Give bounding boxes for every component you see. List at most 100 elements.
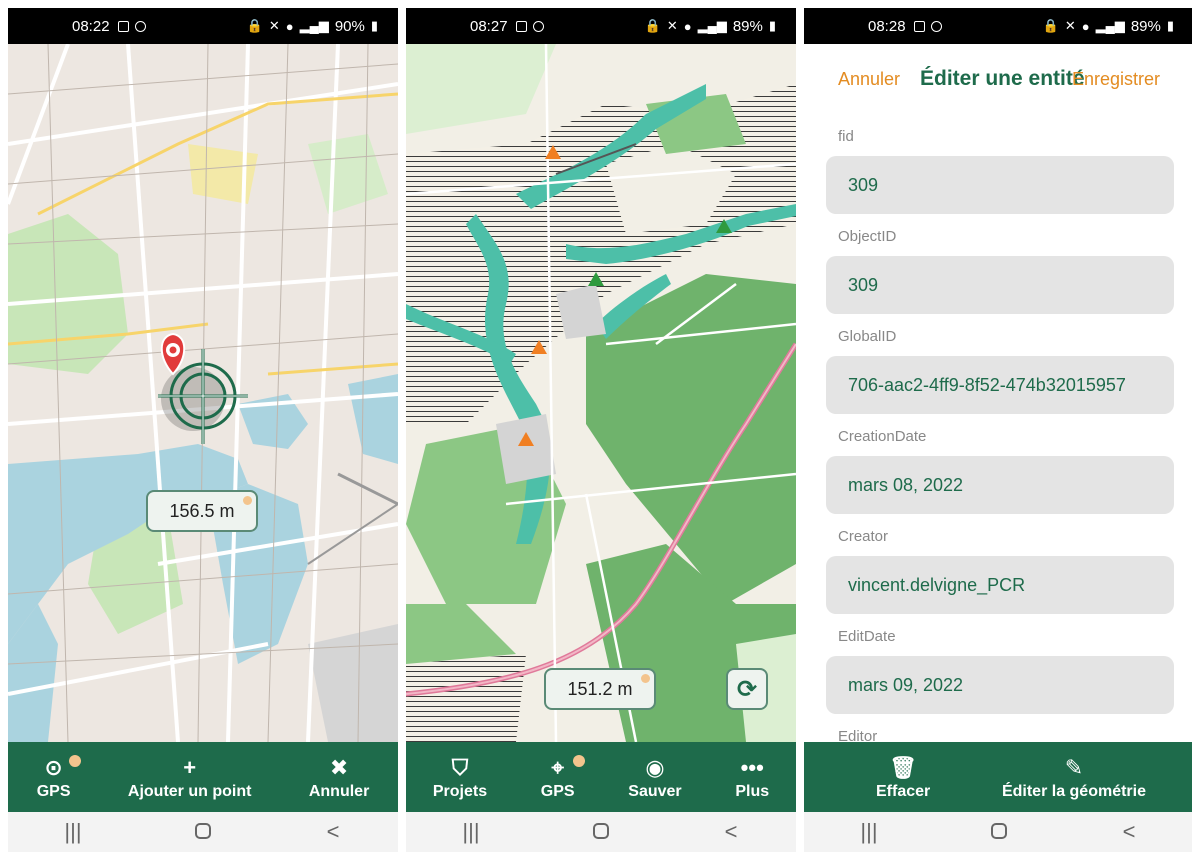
bottom-toolbar: ⊙ GPS + Ajouter un point ✖ Annuler (8, 742, 398, 812)
more-icon: ••• (740, 755, 764, 780)
gps-button[interactable]: ⌖ GPS (540, 753, 585, 801)
add-point-button[interactable]: + Ajouter un point (128, 753, 252, 801)
bottom-toolbar: ⛉ Projets ⌖ GPS ◉ Sauver ••• Plus (406, 742, 796, 812)
field-label-objectid: ObjectID (838, 228, 897, 245)
recents-button[interactable]: ||| (849, 819, 889, 845)
gallery-icon (117, 20, 129, 32)
terrain-map[interactable]: 151.2 m (406, 44, 796, 742)
mute-icon: ✕ (268, 18, 280, 33)
accuracy-dot (243, 496, 252, 505)
cancel-link[interactable]: Annuler (838, 69, 900, 90)
field-label-editor: Editor (838, 728, 878, 742)
back-button[interactable]: < (1109, 819, 1149, 845)
back-button[interactable]: < (313, 819, 353, 845)
battery-icon: ▮ (1166, 18, 1174, 33)
location-icon: ● (1081, 18, 1090, 34)
back-button[interactable]: < (711, 819, 751, 845)
battery-level: 89% (1130, 17, 1161, 35)
street-map[interactable]: 156.5 m (8, 44, 398, 742)
sync-icon: ⟳ (736, 675, 758, 703)
edit-geometry-button[interactable]: ✎ Éditer la géométrie (1002, 753, 1146, 801)
distance-value: 156.5 m (169, 500, 235, 521)
gps-icon: ⊙ (44, 755, 63, 780)
lock-icon: 🔒 (246, 18, 263, 33)
home-button[interactable] (581, 819, 621, 845)
battery-level: 89% (732, 17, 763, 35)
gps-status-dot (68, 755, 81, 767)
delete-button[interactable]: 🗑 Effacer (876, 753, 930, 801)
field-label-fid: fid (838, 128, 854, 145)
status-bar: 08:28 🔒 ✕ ● ▂▄▆ 89% ▮ (804, 8, 1192, 44)
status-time: 08:28 (868, 17, 906, 35)
delete-label: Effacer (876, 783, 931, 800)
gps-icon: ⌖ (551, 755, 564, 780)
field-creator[interactable]: vincent.delvigne_PCR (826, 556, 1174, 614)
save-label: Sauver (628, 783, 682, 800)
attribute-form: fid 309 ObjectID 309 GlobalID 706-aac2-4… (804, 114, 1192, 742)
gallery-icon (515, 20, 527, 32)
cancel-label: Annuler (308, 783, 370, 800)
lock-icon: 🔒 (1042, 18, 1059, 33)
distance-readout: 151.2 m (544, 668, 656, 710)
location-icon: ● (683, 18, 692, 34)
form-header: Annuler Éditer une entité Enregistrer (804, 44, 1192, 114)
add-point-label: Ajouter un point (127, 783, 252, 800)
location-icon: ● (285, 18, 294, 34)
battery-level: 90% (334, 17, 365, 35)
notification-icon (134, 20, 146, 32)
sync-button[interactable]: ⟳ (726, 668, 768, 710)
field-creationdate[interactable]: mars 08, 2022 (826, 456, 1174, 514)
android-nav-bar: ||| < (406, 812, 796, 852)
save-button[interactable]: ◉ Sauver (628, 753, 681, 801)
status-bar: 08:27 🔒 ✕ ● ▂▄▆ 89% ▮ (406, 8, 796, 44)
projects-button[interactable]: ⛉ Projets (433, 753, 487, 801)
battery-icon: ▮ (370, 18, 378, 33)
notification-icon (930, 20, 942, 32)
gps-label: GPS (36, 783, 71, 800)
mute-icon: ✕ (1064, 18, 1076, 33)
map-pin-icon: ⛉ (451, 755, 469, 780)
field-fid[interactable]: 309 (826, 156, 1174, 214)
signal-icon: ▂▄▆ (299, 18, 329, 33)
status-bar: 08:22 🔒 ✕ ● ▂▄▆ 90% ▮ (8, 8, 398, 44)
status-time: 08:27 (470, 17, 508, 35)
mute-icon: ✕ (666, 18, 678, 33)
home-button[interactable] (183, 819, 223, 845)
field-globalid[interactable]: 706-aac2-4ff9-8f52-474b32015957 (826, 356, 1174, 414)
lock-icon: 🔒 (644, 18, 661, 33)
record-icon: ◉ (645, 755, 665, 780)
field-label-globalid: GlobalID (838, 328, 897, 345)
distance-readout: 156.5 m (146, 490, 258, 532)
field-editdate[interactable]: mars 09, 2022 (826, 656, 1174, 714)
signal-icon: ▂▄▆ (697, 18, 727, 33)
save-link[interactable]: Enregistrer (1072, 69, 1160, 90)
projects-label: Projets (432, 783, 488, 800)
android-nav-bar: ||| < (804, 812, 1192, 852)
screen-map-add-point: 08:22 🔒 ✕ ● ▂▄▆ 90% ▮ 156.5 m ⊙ GPS + Aj… (8, 8, 398, 852)
gps-button[interactable]: ⊙ GPS (36, 753, 81, 801)
plus-icon: + (183, 755, 197, 780)
form-title: Éditer une entité (920, 67, 1085, 90)
close-icon: ✖ (329, 755, 349, 780)
notification-icon (532, 20, 544, 32)
screen-map-project: 08:27 🔒 ✕ ● ▂▄▆ 89% ▮ 151.2 m ⟳ ⛉ Projet… (406, 8, 796, 852)
more-label: Plus (735, 783, 770, 800)
field-label-creator: Creator (838, 528, 889, 545)
recents-button[interactable]: ||| (451, 819, 491, 845)
distance-value: 151.2 m (567, 678, 633, 699)
trash-icon: 🗑 (889, 755, 918, 780)
gps-status-dot (572, 755, 585, 767)
more-button[interactable]: ••• Plus (735, 753, 769, 801)
screen-edit-feature: 08:28 🔒 ✕ ● ▂▄▆ 89% ▮ Annuler Éditer une… (804, 8, 1192, 852)
edit-geometry-label: Éditer la géométrie (1001, 783, 1146, 800)
signal-icon: ▂▄▆ (1095, 18, 1125, 33)
home-icon (991, 823, 1007, 839)
battery-icon: ▮ (768, 18, 776, 33)
home-icon (593, 823, 609, 839)
field-objectid[interactable]: 309 (826, 256, 1174, 314)
recents-button[interactable]: ||| (53, 819, 93, 845)
accuracy-dot (641, 674, 650, 683)
gps-label: GPS (540, 783, 575, 800)
cancel-button[interactable]: ✖ Annuler (309, 753, 369, 801)
home-button[interactable] (979, 819, 1019, 845)
